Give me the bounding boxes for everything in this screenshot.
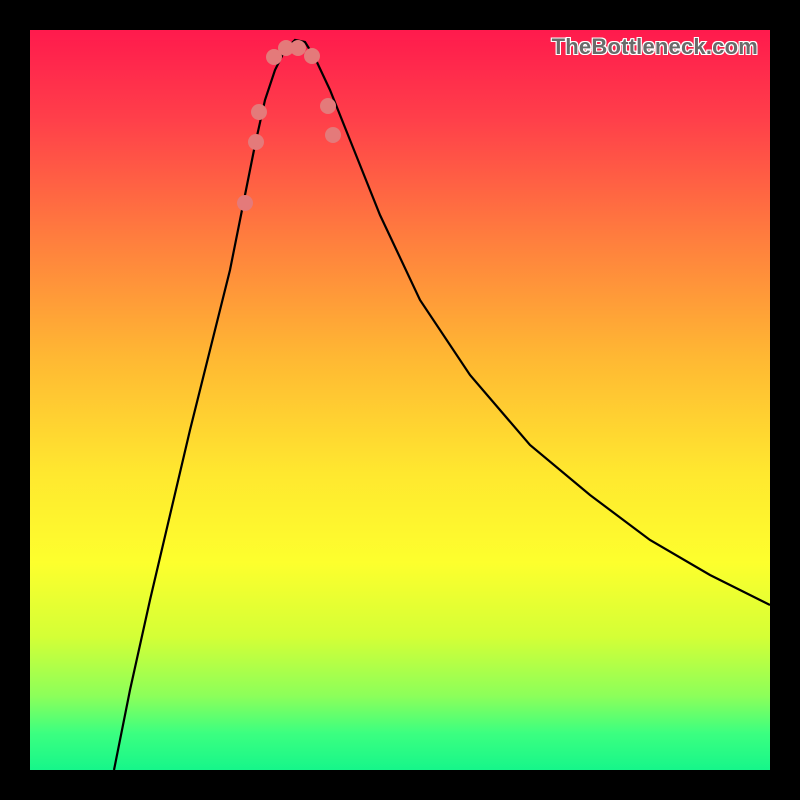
marker-dot (237, 195, 253, 211)
curve-markers (237, 40, 341, 211)
marker-dot (251, 104, 267, 120)
marker-dot (320, 98, 336, 114)
plot-area: TheBottleneck.com (30, 30, 770, 770)
marker-dot (304, 48, 320, 64)
chart-frame: TheBottleneck.com (0, 0, 800, 800)
marker-dot (325, 127, 341, 143)
marker-dot (290, 40, 306, 56)
marker-dot (248, 134, 264, 150)
curve-layer (30, 30, 770, 770)
bottleneck-curve (114, 40, 770, 770)
